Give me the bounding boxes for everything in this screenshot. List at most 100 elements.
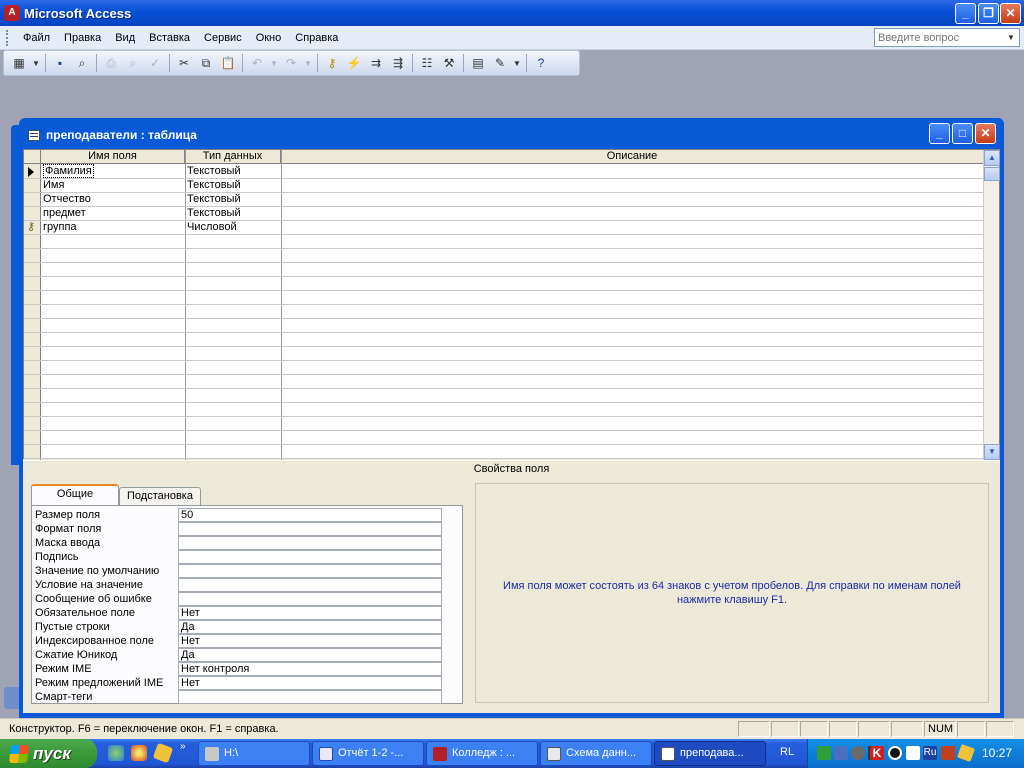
key-icon[interactable]: ⚷ bbox=[322, 53, 342, 73]
data-type-cell[interactable]: Текстовый bbox=[185, 206, 281, 220]
field-name-cell[interactable]: Имя bbox=[41, 178, 185, 192]
browser-icon[interactable] bbox=[131, 745, 147, 761]
child-close-button[interactable]: ✕ bbox=[975, 123, 996, 144]
field-name-cell[interactable]: Отчество bbox=[41, 192, 185, 206]
property-value-field[interactable] bbox=[178, 690, 442, 704]
property-value-field[interactable]: 50 bbox=[178, 508, 442, 522]
property-value-field[interactable] bbox=[178, 550, 442, 564]
table-row[interactable]: Фамилия bbox=[41, 164, 185, 178]
language-indicator[interactable]: RL bbox=[780, 746, 794, 758]
view-icon[interactable]: ▦ bbox=[9, 53, 29, 73]
property-row[interactable]: Смарт-теги bbox=[32, 690, 442, 704]
property-value-field[interactable] bbox=[178, 536, 442, 550]
undo-icon[interactable]: ↶ bbox=[247, 53, 267, 73]
property-row[interactable]: Значение по умолчанию bbox=[32, 564, 442, 578]
cut-icon[interactable]: ✂ bbox=[174, 53, 194, 73]
property-value-field[interactable]: Нет bbox=[178, 634, 442, 648]
window-icon[interactable] bbox=[906, 746, 920, 760]
data-type-cell[interactable]: Текстовый bbox=[185, 164, 281, 178]
copy-icon[interactable]: ⧉ bbox=[196, 53, 216, 73]
property-row[interactable]: Сообщение об ошибке bbox=[32, 592, 442, 606]
print-preview-icon[interactable]: ⌕ bbox=[123, 53, 143, 73]
taskbar-item[interactable]: Колледж : ... bbox=[426, 741, 538, 766]
property-value-field[interactable]: Да bbox=[178, 648, 442, 662]
child-minimize-button[interactable]: _ bbox=[929, 123, 950, 144]
property-row[interactable]: Пустые строки Да bbox=[32, 620, 442, 634]
property-row[interactable]: Обязательное поле Нет bbox=[32, 606, 442, 620]
paste-icon[interactable]: 📋 bbox=[218, 53, 238, 73]
property-row[interactable]: Режим IME Нет контроля bbox=[32, 662, 442, 676]
property-value-field[interactable] bbox=[178, 592, 442, 606]
vertical-scrollbar[interactable]: ▲ ▼ bbox=[983, 150, 1000, 460]
scroll-down-icon[interactable]: ▼ bbox=[984, 444, 1000, 460]
search-file-icon[interactable]: ⌕ bbox=[72, 53, 92, 73]
quick-launch-expand-icon[interactable]: » bbox=[180, 741, 186, 752]
scroll-up-icon[interactable]: ▲ bbox=[984, 150, 1000, 166]
property-value-field[interactable]: Нет bbox=[178, 676, 442, 690]
chevron-down-icon[interactable]: ▼ bbox=[1004, 30, 1018, 45]
close-button[interactable]: ✕ bbox=[1000, 3, 1021, 24]
column-header-description[interactable]: Описание bbox=[281, 150, 984, 164]
menu-help[interactable]: Справка bbox=[288, 28, 345, 48]
ask-question-input[interactable]: Введите вопрос ▼ bbox=[874, 28, 1020, 47]
delete-rows-icon[interactable]: ⇶ bbox=[388, 53, 408, 73]
view-dropdown-icon[interactable]: ▼ bbox=[31, 53, 41, 73]
table-design-window[interactable]: преподаватели : таблица _ □ ✕ Имя поля Т… bbox=[19, 118, 1004, 718]
property-row[interactable]: Сжатие Юникод Да bbox=[32, 648, 442, 662]
property-value-field[interactable]: Нет контроля bbox=[178, 662, 442, 676]
column-header-field-name[interactable]: Имя поля bbox=[41, 150, 185, 164]
undo-dropdown-icon[interactable]: ▼ bbox=[269, 53, 279, 73]
property-row[interactable]: Формат поля bbox=[32, 522, 442, 536]
index-icon[interactable]: ⚡ bbox=[344, 53, 364, 73]
properties-icon[interactable]: ☷ bbox=[417, 53, 437, 73]
data-type-cell[interactable]: Текстовый bbox=[185, 192, 281, 206]
child-maximize-button[interactable]: □ bbox=[952, 123, 973, 144]
speaker-icon[interactable] bbox=[851, 746, 865, 760]
property-row[interactable]: Режим предложений IME Нет bbox=[32, 676, 442, 690]
antivirus-icon[interactable]: K bbox=[870, 746, 884, 760]
property-value-field[interactable] bbox=[178, 522, 442, 536]
build-icon[interactable]: ⚒ bbox=[439, 53, 459, 73]
help-icon[interactable]: ? bbox=[531, 53, 551, 73]
property-row[interactable]: Размер поля 50 bbox=[32, 508, 442, 522]
insert-rows-icon[interactable]: ⇉ bbox=[366, 53, 386, 73]
property-row[interactable]: Подпись bbox=[32, 550, 442, 564]
clock[interactable]: 10:27 bbox=[982, 746, 1012, 760]
menu-edit[interactable]: Правка bbox=[57, 28, 108, 48]
taskbar-item[interactable]: H:\ bbox=[198, 741, 310, 766]
keyboard-layout-icon[interactable]: Ru bbox=[923, 746, 937, 760]
property-row[interactable]: Условие на значение bbox=[32, 578, 442, 592]
field-grid[interactable]: Имя поля Тип данных Описание Фамилия Тек… bbox=[23, 149, 1000, 460]
scroll-thumb[interactable] bbox=[984, 167, 1000, 181]
show-desktop-icon[interactable] bbox=[108, 745, 124, 761]
save-icon[interactable]: ▪ bbox=[50, 53, 70, 73]
property-value-field[interactable]: Да bbox=[178, 620, 442, 634]
column-header-data-type[interactable]: Тип данных bbox=[185, 150, 281, 164]
field-name-cell[interactable]: Фамилия bbox=[43, 164, 94, 178]
property-value-field[interactable] bbox=[178, 578, 442, 592]
spellcheck-icon[interactable]: ✓ bbox=[145, 53, 165, 73]
menu-tools[interactable]: Сервис bbox=[197, 28, 249, 48]
tray-extra-icon[interactable] bbox=[957, 744, 975, 762]
disc-icon[interactable] bbox=[888, 746, 902, 760]
property-row[interactable]: Индексированное поле Нет bbox=[32, 634, 442, 648]
menu-view[interactable]: Вид bbox=[108, 28, 142, 48]
network-icon[interactable] bbox=[817, 746, 831, 760]
tab-general[interactable]: Общие bbox=[31, 484, 119, 505]
data-type-cell[interactable]: Текстовый bbox=[185, 178, 281, 192]
data-type-cell[interactable]: Числовой bbox=[185, 220, 281, 234]
start-button[interactable]: пуск bbox=[0, 739, 97, 768]
field-name-cell[interactable]: группа bbox=[41, 220, 185, 234]
taskbar-item[interactable]: Схема данн... bbox=[540, 741, 652, 766]
tab-lookup[interactable]: Подстановка bbox=[119, 487, 201, 505]
app-tray-icon[interactable] bbox=[941, 746, 955, 760]
menu-grip-handle[interactable] bbox=[6, 29, 10, 46]
redo-icon[interactable]: ↷ bbox=[281, 53, 301, 73]
taskbar-item[interactable]: Отчёт 1-2 -... bbox=[312, 741, 424, 766]
property-value-field[interactable]: Нет bbox=[178, 606, 442, 620]
restore-button[interactable]: ❐ bbox=[978, 3, 999, 24]
field-name-cell[interactable]: предмет bbox=[41, 206, 185, 220]
new-object-dropdown-icon[interactable]: ▼ bbox=[512, 53, 522, 73]
quick-launch-icon[interactable] bbox=[152, 742, 174, 764]
taskbar-item[interactable]: преподава... bbox=[654, 741, 766, 766]
